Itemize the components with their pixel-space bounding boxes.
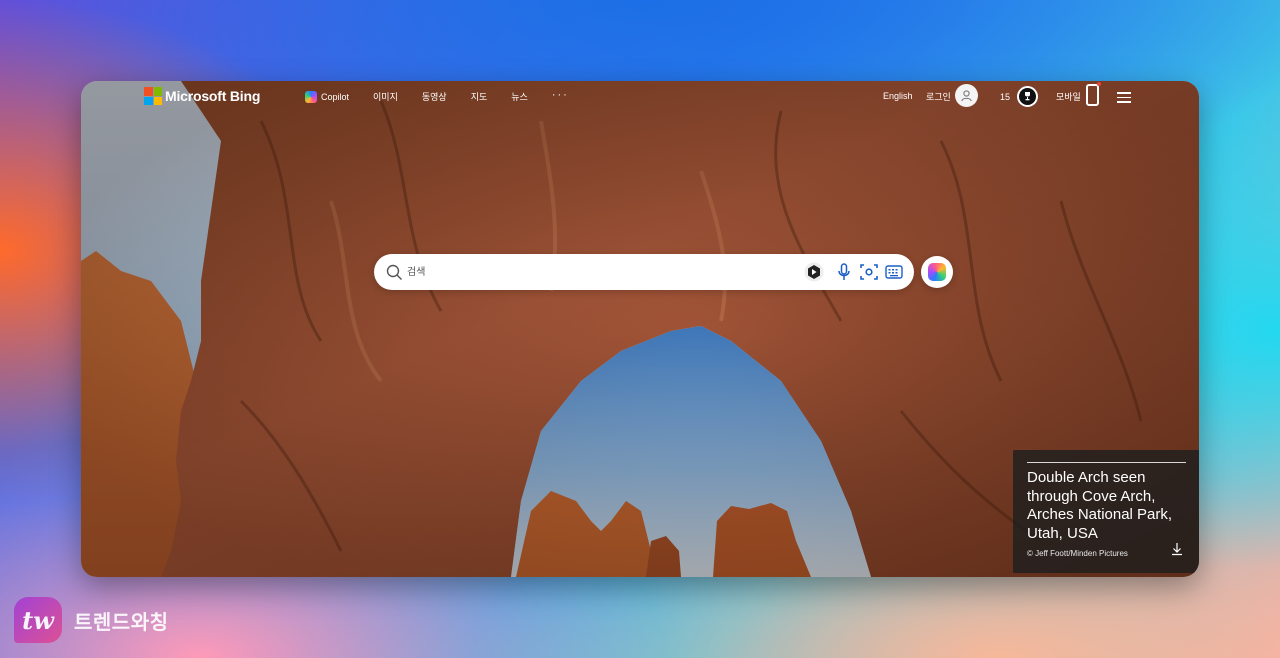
microphone-icon[interactable] [833,261,855,283]
brand-name: Microsoft Bing [165,88,261,104]
microsoft-logo-icon [144,87,162,105]
search-box [374,254,914,290]
mobile-link[interactable]: 모바일 [1056,90,1081,103]
visual-search-camera-icon[interactable] [858,261,880,283]
user-avatar-icon[interactable] [955,84,978,107]
nav-images[interactable]: 이미지 [373,90,398,103]
nav-label: 지도 [470,92,488,102]
login-link[interactable]: 로그인 [926,90,951,103]
nav-label: 이미지 [373,92,398,102]
mobile-phone-icon[interactable] [1086,84,1099,106]
copilot-icon [305,90,317,103]
nav-label: Copilot [321,91,350,102]
nav-label: 동영상 [421,92,447,102]
search-icon[interactable] [386,264,403,281]
search-input[interactable] [407,262,787,282]
caption-divider [1027,462,1186,463]
watermark-logo: tw [14,597,62,643]
main-nav: Copilot 이미지 동영상 지도 뉴스 ··· [305,89,593,103]
top-bar: Microsoft Bing Copilot 이미지 동영상 지도 뉴스 ···… [81,81,1199,113]
rewards-trophy-icon[interactable] [1017,86,1038,107]
notification-dot [1097,82,1101,86]
download-icon[interactable] [1170,542,1184,556]
caption-title[interactable]: Double Arch seen through Cove Arch, Arch… [1027,469,1193,543]
nav-videos[interactable]: 동영상 [422,90,447,103]
keyboard-icon[interactable] [883,261,905,283]
watermark-text: 트렌드와칭 [74,611,169,634]
language-link[interactable]: English [883,91,913,101]
nav-copilot[interactable]: Copilot [305,90,350,103]
nav-label: 뉴스 [511,92,528,102]
rewards-points[interactable]: 15 [1000,92,1010,102]
browser-window: Microsoft Bing Copilot 이미지 동영상 지도 뉴스 ···… [81,81,1199,577]
caption-credit: © Jeff Foott/Minden Pictures [1027,549,1128,558]
nav-maps[interactable]: 지도 [471,90,488,103]
watermark: tw 트렌드와칭 [14,597,169,643]
more-menu-button[interactable]: ··· [552,89,569,101]
bing-logo[interactable]: Microsoft Bing [144,87,260,105]
nav-news[interactable]: 뉴스 [511,90,528,103]
copilot-icon [928,263,946,281]
copilot-button[interactable] [921,256,953,288]
hamburger-menu-icon[interactable] [1117,92,1131,106]
image-caption-card: Double Arch seen through Cove Arch, Arch… [1013,450,1199,573]
bing-visual-icon[interactable] [803,261,825,283]
